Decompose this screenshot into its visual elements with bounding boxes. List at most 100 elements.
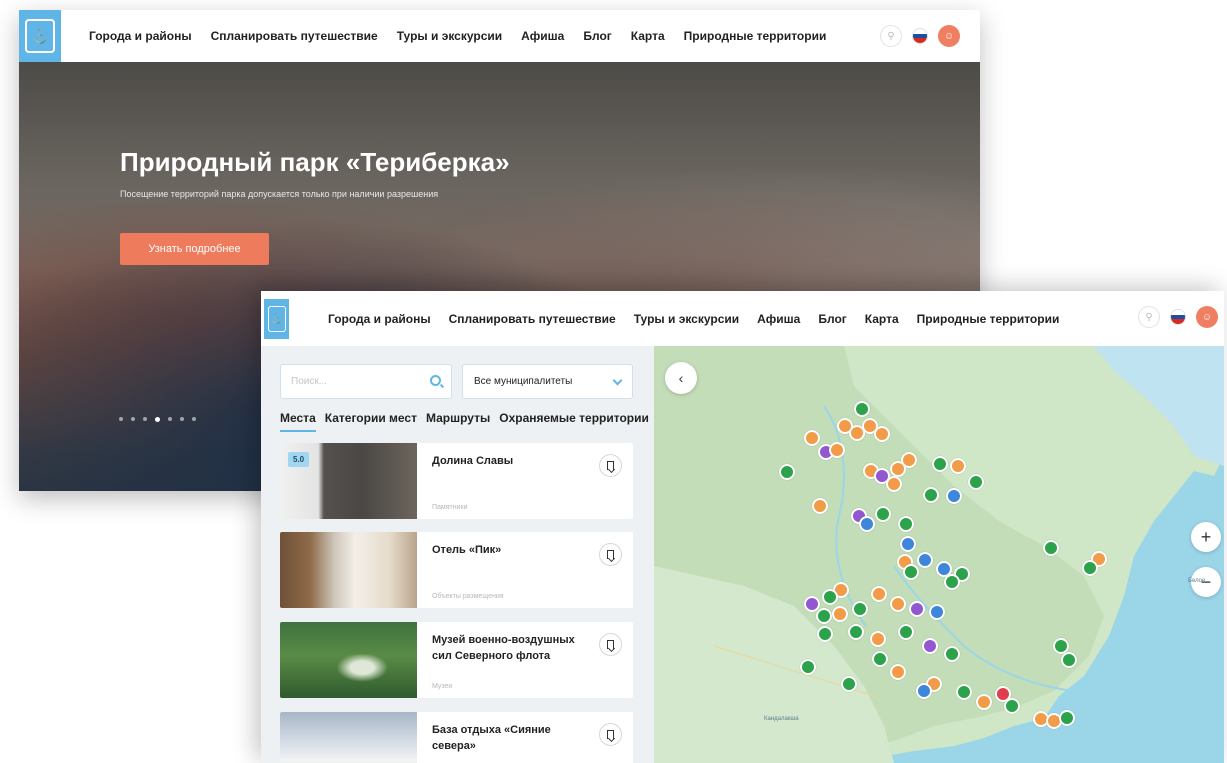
slider-dot-active[interactable]: [155, 416, 160, 422]
place-title: Музей военно-воздушных сил Северного фло…: [432, 634, 575, 662]
map-marker[interactable]: [870, 631, 886, 647]
map-marker[interactable]: [900, 536, 916, 552]
slider-dot[interactable]: [192, 417, 196, 421]
place-category: Объекты размещения: [432, 593, 504, 600]
bookmark-button[interactable]: [599, 633, 622, 656]
map-marker[interactable]: [968, 474, 984, 490]
map-marker[interactable]: [854, 401, 870, 417]
nav-item-nature[interactable]: Природные территории: [684, 29, 827, 43]
nav-item-map[interactable]: Карта: [865, 312, 899, 326]
map-terrain: [654, 346, 1224, 763]
place-card[interactable]: Отель «Пик» Объекты размещения: [280, 532, 633, 608]
nav-item-plan-trip[interactable]: Спланировать путешествие: [211, 29, 378, 43]
search-input[interactable]: [281, 365, 411, 398]
zoom-in-button[interactable]: +: [1191, 522, 1221, 552]
map-marker[interactable]: [804, 430, 820, 446]
map-marker[interactable]: [872, 651, 888, 667]
nav-item-events[interactable]: Афиша: [757, 312, 800, 326]
place-card[interactable]: 5.0 Долина Славы Памятники: [280, 443, 633, 519]
map-marker[interactable]: [976, 694, 992, 710]
map-marker[interactable]: [909, 601, 925, 617]
map-marker[interactable]: [859, 516, 875, 532]
map-marker[interactable]: [812, 498, 828, 514]
map-marker[interactable]: [832, 606, 848, 622]
nav-item-cities[interactable]: Города и районы: [89, 29, 192, 43]
map-marker[interactable]: [841, 676, 857, 692]
collapse-sidebar-button[interactable]: ‹: [665, 362, 697, 394]
nav-item-map[interactable]: Карта: [631, 29, 665, 43]
municipality-select[interactable]: Все муниципалитеты: [462, 364, 633, 399]
map-marker[interactable]: [946, 488, 962, 504]
slider-dot[interactable]: [180, 417, 184, 421]
tab-protected-areas[interactable]: Охраняемые территории: [499, 411, 649, 432]
map-marker[interactable]: [1061, 652, 1077, 668]
learn-more-button[interactable]: Узнать подробнее: [120, 233, 269, 265]
map-marker[interactable]: [917, 552, 933, 568]
map-marker[interactable]: [944, 646, 960, 662]
nav-item-events[interactable]: Афиша: [521, 29, 564, 43]
search-icon[interactable]: [430, 375, 441, 386]
map-marker[interactable]: [874, 426, 890, 442]
slider-dot[interactable]: [143, 417, 147, 421]
place-card[interactable]: Музей военно-воздушных сил Северного фло…: [280, 622, 633, 698]
map-marker[interactable]: [890, 664, 906, 680]
nav-item-plan-trip[interactable]: Спланировать путешествие: [449, 312, 616, 326]
map-marker[interactable]: [875, 506, 891, 522]
bookmark-button[interactable]: [599, 454, 622, 477]
map-marker[interactable]: [932, 456, 948, 472]
map-marker[interactable]: [923, 487, 939, 503]
nav-item-cities[interactable]: Города и районы: [328, 312, 431, 326]
tab-routes[interactable]: Маршруты: [426, 411, 490, 432]
map-marker[interactable]: [890, 596, 906, 612]
search-icon[interactable]: ⚲: [1138, 306, 1160, 328]
tab-categories[interactable]: Категории мест: [325, 411, 417, 432]
map-marker[interactable]: [901, 452, 917, 468]
map-marker[interactable]: [829, 442, 845, 458]
nav-item-tours[interactable]: Туры и экскурсии: [634, 312, 739, 326]
map-marker[interactable]: [1059, 710, 1075, 726]
map-marker[interactable]: [1043, 540, 1059, 556]
nav-item-tours[interactable]: Туры и экскурсии: [397, 29, 502, 43]
map-marker[interactable]: [816, 608, 832, 624]
map-marker[interactable]: [956, 684, 972, 700]
search-icon[interactable]: ⚲: [880, 25, 902, 47]
map-marker[interactable]: [800, 659, 816, 675]
map-marker[interactable]: [1082, 560, 1098, 576]
slider-dot[interactable]: [131, 417, 135, 421]
bookmark-button[interactable]: [599, 543, 622, 566]
user-icon[interactable]: ☺: [938, 25, 960, 47]
map-marker[interactable]: [903, 564, 919, 580]
user-icon[interactable]: ☺: [1196, 306, 1218, 328]
nav-item-blog[interactable]: Блог: [583, 29, 611, 43]
map-marker[interactable]: [898, 624, 914, 640]
municipality-value: Все муниципалитеты: [474, 376, 573, 387]
interactive-map[interactable]: ‹ + − Белое Кандалакша: [654, 346, 1224, 763]
map-marker[interactable]: [852, 601, 868, 617]
slider-dot[interactable]: [119, 417, 123, 421]
map-marker[interactable]: [886, 476, 902, 492]
map-marker[interactable]: [916, 683, 932, 699]
map-marker[interactable]: [848, 624, 864, 640]
top-navbar: ⚓ Города и районы Спланировать путешеств…: [261, 291, 1224, 346]
map-marker[interactable]: [929, 604, 945, 620]
bookmark-button[interactable]: [599, 723, 622, 746]
nav-item-nature[interactable]: Природные территории: [917, 312, 1060, 326]
slider-dot[interactable]: [168, 417, 172, 421]
map-marker[interactable]: [817, 626, 833, 642]
nav-item-blog[interactable]: Блог: [818, 312, 846, 326]
map-marker[interactable]: [922, 638, 938, 654]
map-marker[interactable]: [871, 586, 887, 602]
map-marker[interactable]: [950, 458, 966, 474]
language-flag-icon[interactable]: [1170, 309, 1186, 325]
logo[interactable]: ⚓: [19, 10, 61, 62]
place-card[interactable]: База отдыха «Сияние севера»: [280, 712, 633, 763]
map-marker[interactable]: [779, 464, 795, 480]
search-field[interactable]: [280, 364, 452, 399]
map-marker[interactable]: [1004, 698, 1020, 714]
map-marker[interactable]: [822, 589, 838, 605]
logo[interactable]: ⚓: [264, 299, 289, 339]
map-marker[interactable]: [898, 516, 914, 532]
tab-places[interactable]: Места: [280, 411, 316, 432]
map-marker[interactable]: [944, 574, 960, 590]
language-flag-icon[interactable]: [912, 28, 928, 44]
